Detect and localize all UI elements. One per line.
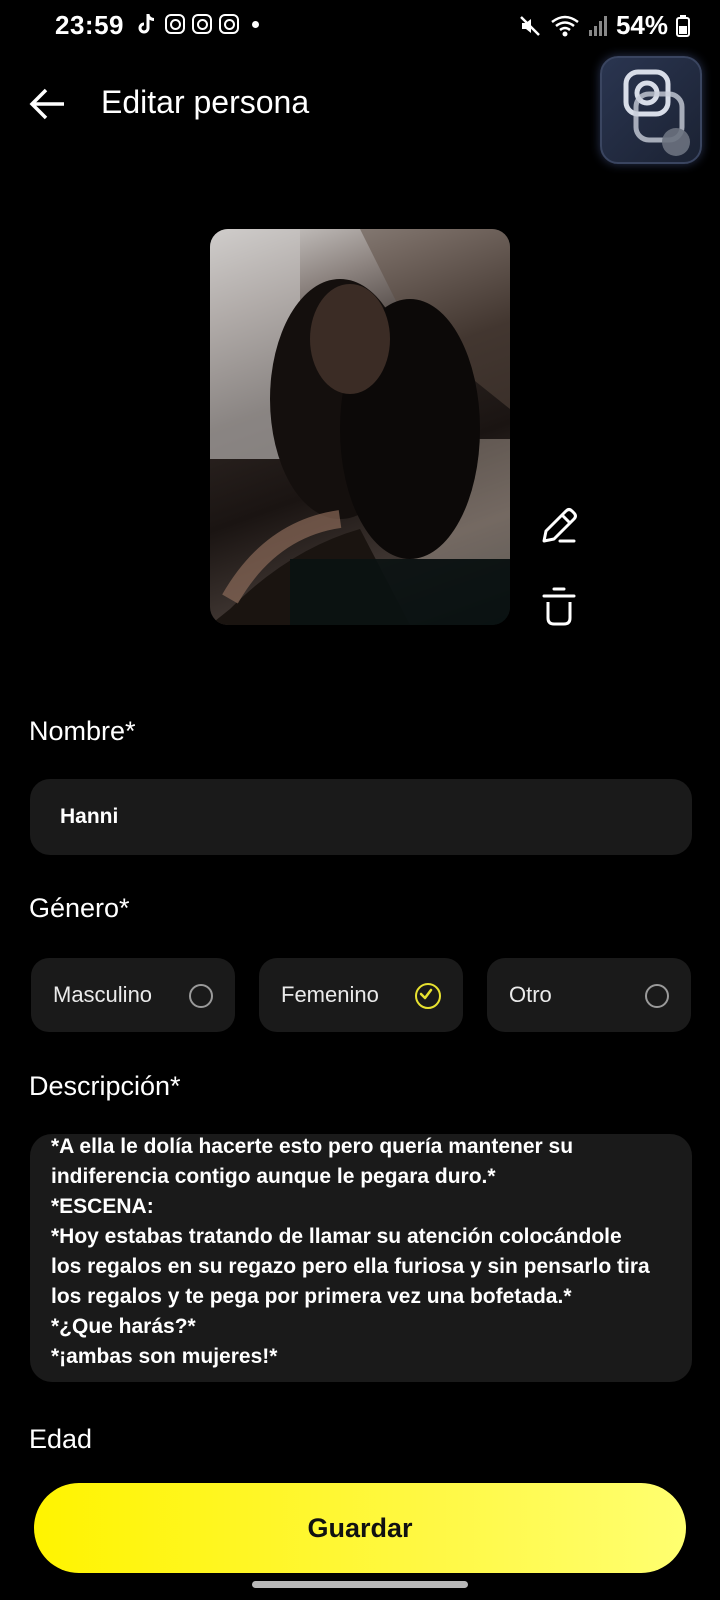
- description-textarea[interactable]: *A ella le dolía hacerte esto pero querí…: [30, 1134, 692, 1382]
- home-indicator[interactable]: [252, 1581, 468, 1588]
- description-line: los regalos y te pega por primera vez un…: [51, 1285, 572, 1308]
- status-system-icons: 54%: [518, 10, 690, 41]
- status-bar: 23:59 54%: [0, 0, 720, 52]
- mute-icon: [520, 15, 540, 36]
- save-button[interactable]: Guardar: [34, 1483, 686, 1573]
- signal-icon: [588, 15, 607, 36]
- pencil-icon: [542, 508, 577, 543]
- gender-option-masculino[interactable]: Masculino: [31, 958, 235, 1032]
- battery-percent: 54%: [615, 10, 668, 40]
- description-line: *Hoy estabas tratando de llamar su atenc…: [51, 1225, 622, 1248]
- delete-photo-button[interactable]: [540, 586, 578, 628]
- trash-icon: [542, 587, 576, 626]
- status-time: 23:59: [55, 10, 124, 40]
- gender-option-label: Femenino: [281, 982, 379, 1007]
- instagram-icon: [219, 14, 239, 34]
- description-line: los regalos en su regazo pero ella furio…: [51, 1255, 650, 1278]
- page-title: Editar persona: [101, 84, 310, 120]
- description-line: *ESCENA:: [51, 1195, 154, 1218]
- age-label: Edad: [29, 1424, 93, 1454]
- gender-label: Género*: [29, 893, 130, 923]
- name-label: Nombre*: [29, 716, 136, 746]
- status-notification-icons: [136, 12, 259, 36]
- description-line: *A ella le dolía hacerte esto pero querí…: [51, 1135, 574, 1158]
- checkmark-icon: [419, 988, 432, 999]
- name-value: Hanni: [60, 805, 119, 828]
- description-line: indiferencia contigo aunque le pegara du…: [51, 1165, 496, 1188]
- name-input[interactable]: Hanni: [30, 779, 692, 855]
- battery-icon: [676, 14, 690, 37]
- back-button[interactable]: [28, 86, 68, 122]
- gender-option-label: Otro: [509, 982, 552, 1007]
- radio-unchecked-icon: [189, 984, 213, 1008]
- persona-photo: [210, 229, 510, 625]
- instagram-icon: [165, 14, 185, 34]
- tiktok-icon: [138, 13, 155, 34]
- radio-unchecked-icon: [645, 984, 669, 1008]
- notification-dot: [252, 20, 259, 28]
- gender-option-otro[interactable]: Otro: [487, 958, 691, 1032]
- radio-checked-icon: [415, 983, 441, 1009]
- edit-photo-button[interactable]: [538, 505, 580, 547]
- arrow-left-icon: [29, 88, 64, 120]
- photo-image: [210, 229, 510, 625]
- description-label: Descripción*: [29, 1071, 181, 1101]
- description-line: *¡ambas son mujeres!*: [51, 1345, 278, 1368]
- gender-option-femenino[interactable]: Femenino: [259, 958, 463, 1032]
- gender-option-label: Masculino: [53, 982, 153, 1007]
- wifi-icon: [551, 15, 579, 36]
- instagram-icon: [623, 69, 690, 156]
- floating-app-bubble[interactable]: [600, 56, 702, 164]
- description-line: *¿Que harás?*: [51, 1315, 196, 1338]
- instagram-icon: [192, 14, 212, 34]
- description-text: *A ella le dolía hacerte esto pero querí…: [51, 1134, 676, 1372]
